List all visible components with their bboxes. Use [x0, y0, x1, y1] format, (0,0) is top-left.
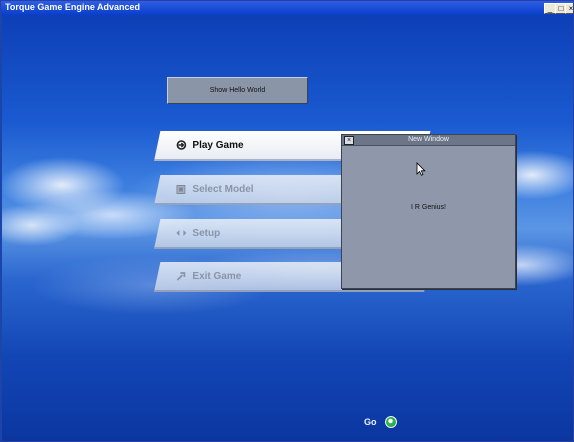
go-label: Go [364, 417, 377, 427]
menu-item-label: Play Game [192, 139, 244, 151]
new-window-message: I R Genius! [410, 204, 446, 211]
new-window-titlebar[interactable]: × New Window [342, 135, 515, 146]
show-hello-world-label: Show Hello World [209, 87, 266, 94]
setup-icon [175, 228, 186, 239]
menu-item-label: Setup [192, 227, 221, 239]
mouse-cursor-icon [416, 162, 426, 176]
menu-item-label: Exit Game [192, 270, 242, 282]
app-window: Torque Game Engine Advanced _ □ × Show H… [0, 0, 574, 442]
new-window-title: New Window [408, 136, 449, 143]
exit-icon [175, 271, 186, 282]
close-button[interactable]: × [565, 3, 573, 14]
show-hello-world-button[interactable]: Show Hello World [167, 77, 308, 104]
model-icon [175, 184, 186, 195]
menu-item-label: Select Model [192, 183, 254, 195]
sky-background: Show Hello World Play Game Select Model [2, 15, 573, 441]
play-icon [175, 140, 186, 151]
new-window-dialog: × New Window I R Genius! [341, 134, 516, 289]
title-bar[interactable]: Torque Game Engine Advanced _ □ × [1, 1, 573, 15]
window-title: Torque Game Engine Advanced [5, 2, 141, 12]
go-button[interactable] [385, 416, 397, 428]
